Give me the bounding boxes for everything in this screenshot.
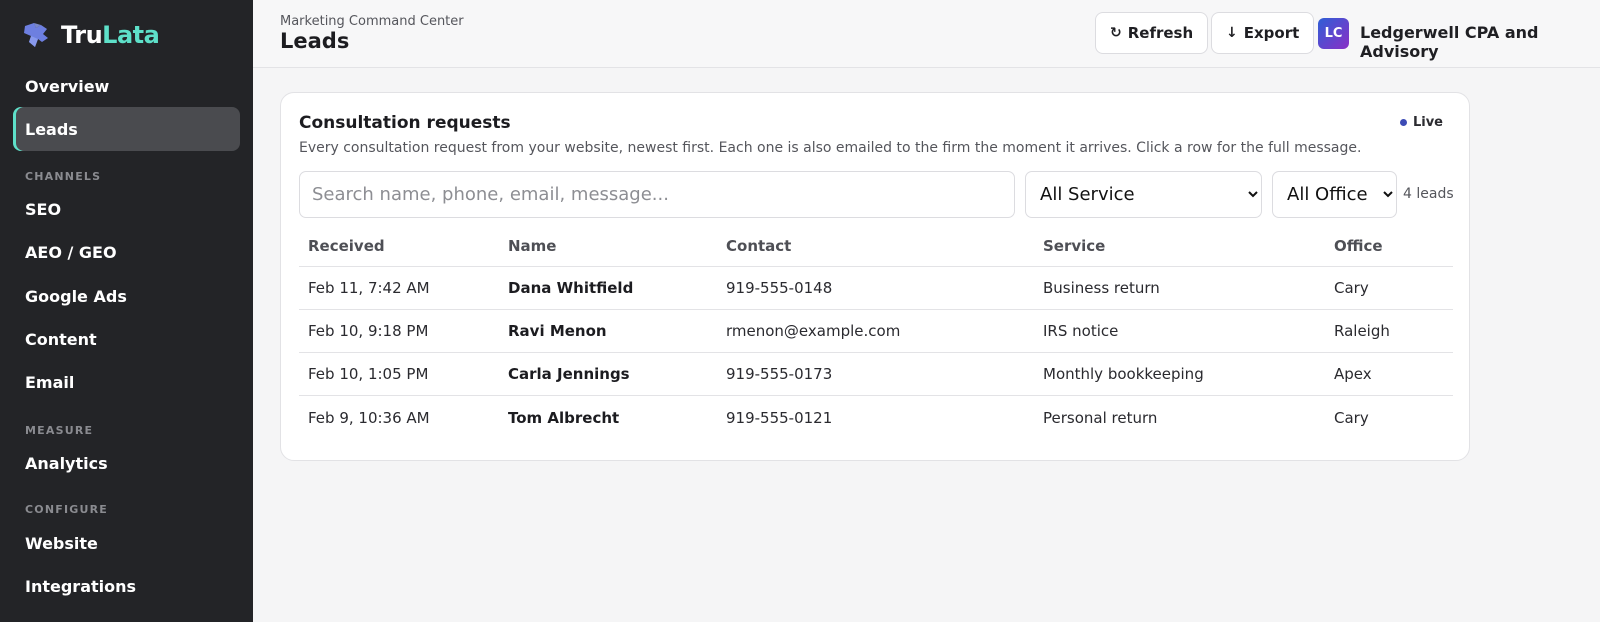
sidebar-item-email[interactable]: Email <box>13 360 240 404</box>
cell-received: Feb 9, 10:36 AM <box>308 408 430 427</box>
column-header-office[interactable]: Office <box>1334 237 1453 255</box>
sidebar-item-analytics[interactable]: Analytics <box>13 441 240 485</box>
section-label-channels: CHANNELS <box>25 170 102 183</box>
sidebar-item-overview[interactable]: Overview <box>13 64 240 108</box>
cell-name: Ravi Menon <box>508 322 607 340</box>
table-header-row: Received Name Contact Service Office <box>299 225 1453 267</box>
section-label-configure: CONFIGURE <box>25 503 108 516</box>
export-button[interactable]: ↓ Export <box>1211 12 1315 54</box>
live-badge: Live <box>1399 115 1443 130</box>
card-description: Every consultation request from your web… <box>299 140 1362 156</box>
puzzle-logo-icon <box>24 23 48 47</box>
live-dot-icon <box>1399 119 1407 126</box>
cell-received: Feb 10, 1:05 PM <box>308 365 429 383</box>
brand-name: TruLata <box>61 21 160 49</box>
cell-service: Personal return <box>1043 408 1158 427</box>
sidebar-item-website[interactable]: Website <box>13 521 240 565</box>
cell-office: Apex <box>1334 365 1372 383</box>
page-title: Leads <box>280 29 350 53</box>
column-header-contact[interactable]: Contact <box>726 237 1043 255</box>
top-header: Marketing Command Center Leads ↻ Refresh… <box>253 0 1600 68</box>
cell-service: Monthly bookkeeping <box>1043 365 1204 383</box>
sidebar-item-aeo-geo[interactable]: AEO / GEO <box>13 230 240 274</box>
sidebar-item-leads[interactable]: Leads <box>13 107 240 151</box>
cell-service: IRS notice <box>1043 322 1119 340</box>
cell-received: Feb 11, 7:42 AM <box>308 279 430 297</box>
table-row[interactable]: Feb 9, 10:36 AM Tom Albrecht 919-555-012… <box>299 396 1453 439</box>
table-row[interactable]: Feb 11, 7:42 AM Dana Whitfield 919-555-0… <box>299 267 1453 310</box>
cell-office: Cary <box>1334 408 1369 427</box>
service-filter-select[interactable]: All Service <box>1025 171 1262 218</box>
leads-table: Received Name Contact Service Office Feb… <box>299 225 1453 439</box>
breadcrumb: Marketing Command Center <box>280 14 464 29</box>
cell-name: Dana Whitfield <box>508 279 634 297</box>
cell-name: Tom Albrecht <box>508 408 620 427</box>
column-header-received[interactable]: Received <box>299 237 508 255</box>
table-row[interactable]: Feb 10, 1:05 PM Carla Jennings 919-555-0… <box>299 353 1453 396</box>
column-header-name[interactable]: Name <box>508 237 726 255</box>
cell-contact: 919-555-0173 <box>726 365 833 383</box>
cell-contact: 919-555-0148 <box>726 279 833 297</box>
refresh-icon: ↻ <box>1110 25 1122 41</box>
arrow-down-icon: ↓ <box>1226 25 1238 41</box>
brand-logo[interactable]: TruLata <box>22 20 160 50</box>
sidebar-item-google-ads[interactable]: Google Ads <box>13 274 240 318</box>
sidebar-item-integrations[interactable]: Integrations <box>13 564 240 608</box>
sidebar-item-content[interactable]: Content <box>13 317 240 361</box>
section-label-measure: MEASURE <box>25 424 94 437</box>
avatar[interactable]: LC <box>1318 18 1349 49</box>
sidebar: TruLata Overview Leads CHANNELS SEO AEO … <box>0 0 253 622</box>
cell-name: Carla Jennings <box>508 365 630 383</box>
office-filter-select[interactable]: All Office <box>1272 171 1397 218</box>
column-header-service[interactable]: Service <box>1043 237 1334 255</box>
org-name[interactable]: Ledgerwell CPA and Advisory <box>1360 23 1600 61</box>
refresh-button[interactable]: ↻ Refresh <box>1095 12 1209 54</box>
card-title: Consultation requests <box>299 113 511 133</box>
consultation-requests-card: Consultation requests Live Every consult… <box>280 92 1470 461</box>
cell-received: Feb 10, 9:18 PM <box>308 322 429 340</box>
lead-count: 4 leads <box>1403 186 1454 202</box>
cell-office: Cary <box>1334 279 1369 297</box>
table-row[interactable]: Feb 10, 9:18 PM Ravi Menon rmenon@exampl… <box>299 310 1453 353</box>
search-input[interactable] <box>299 171 1015 218</box>
cell-service: Business return <box>1043 279 1160 297</box>
cell-contact: rmenon@example.com <box>726 322 901 340</box>
cell-contact: 919-555-0121 <box>726 408 833 427</box>
cell-office: Raleigh <box>1334 322 1390 340</box>
sidebar-item-seo[interactable]: SEO <box>13 187 240 231</box>
